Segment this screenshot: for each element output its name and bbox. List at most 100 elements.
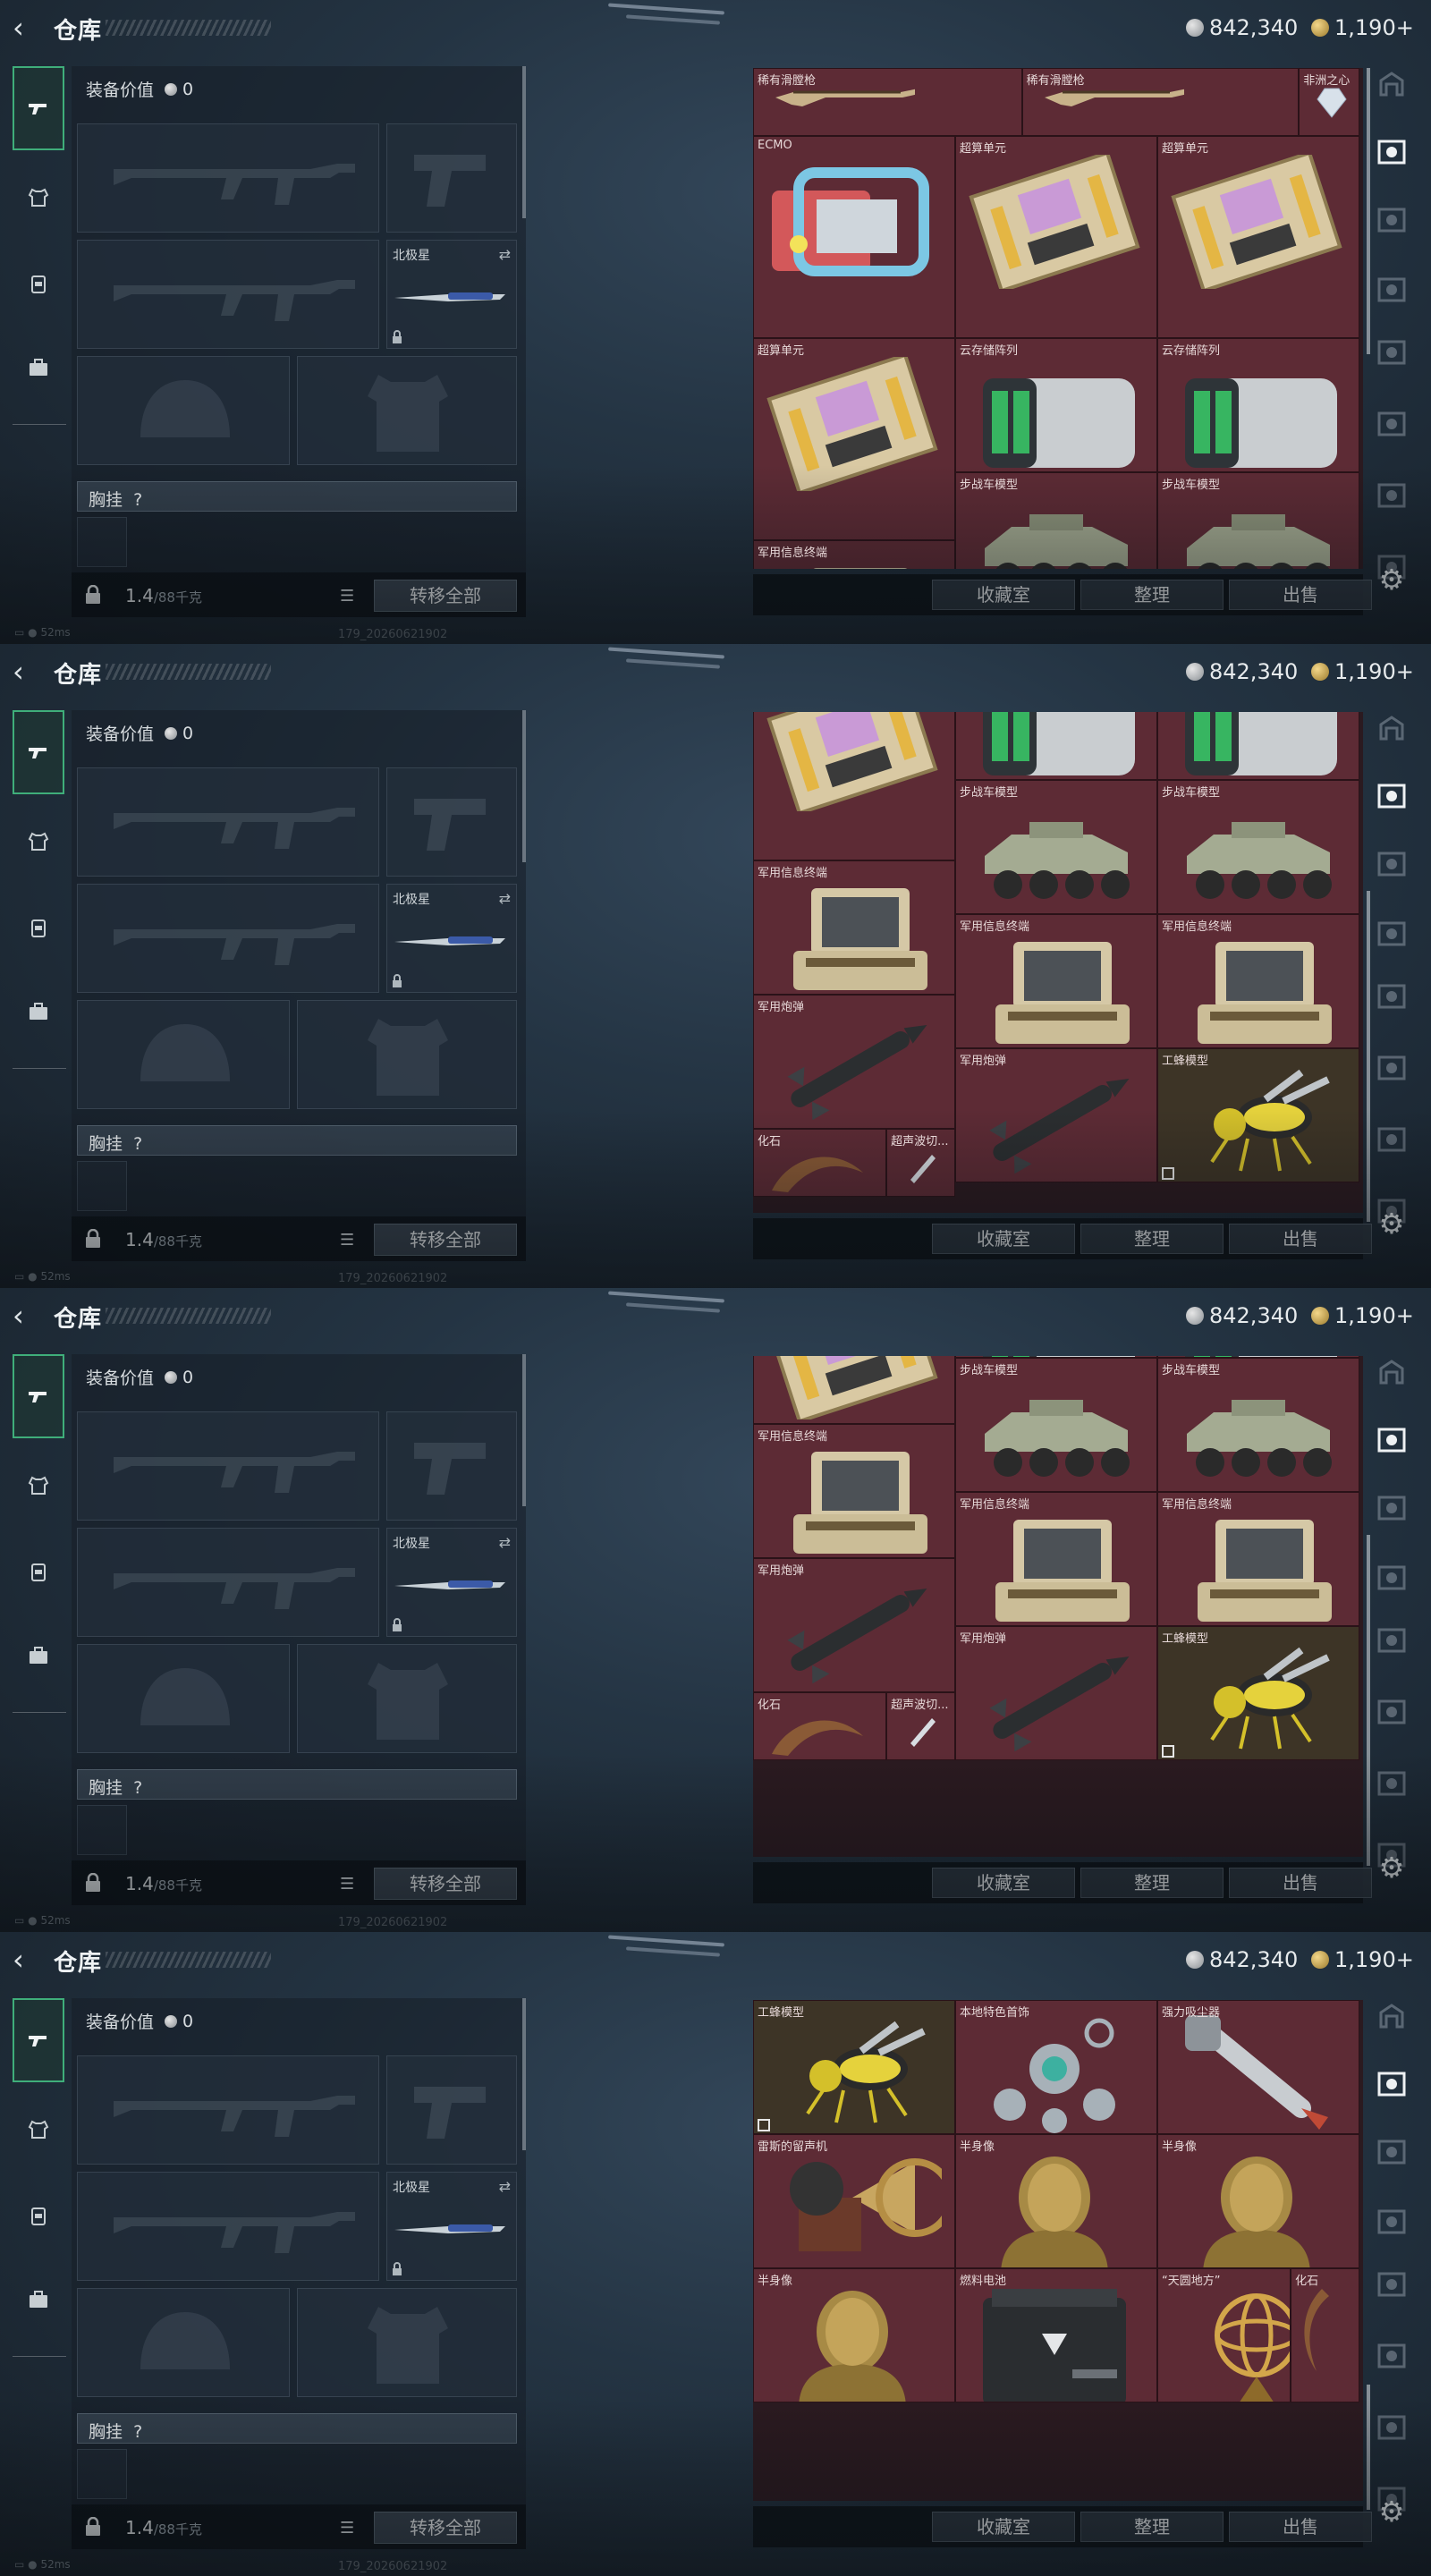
storage-page-tab[interactable] [1374,2206,1410,2238]
storage-item-cloud_array[interactable]: 云存储阵列 [955,338,1157,472]
add-currency-button[interactable]: + [1396,1303,1414,1328]
add-currency-button[interactable]: + [1396,1947,1414,1972]
silver-currency[interactable]: 842,340 [1186,1946,1298,1973]
nav-armor-tab[interactable] [13,800,64,884]
body-armor-slot[interactable] [297,1644,517,1753]
back-arrow-icon[interactable]: ‹ [13,1301,41,1333]
sell-button[interactable]: 出售 [1229,580,1372,610]
storage-item-bust[interactable]: 半身像 [1157,2134,1359,2268]
storage-item-bee_model[interactable]: 工蜂模型 [753,2000,955,2134]
secondary-weapon-slot[interactable] [77,884,379,993]
storage-page-tab[interactable] [1374,204,1410,236]
storage-item-partial[interactable] [753,1356,955,1424]
nav-weapons-tab[interactable] [13,1998,64,2082]
storage-page-tab[interactable] [1374,712,1410,744]
storage-item-cloud_array[interactable]: 云存储阵列 [1157,338,1359,472]
storage-item-bust[interactable]: 半身像 [955,2134,1157,2268]
storage-item-bust[interactable]: 半身像 [753,2268,955,2402]
sell-button[interactable]: 出售 [1229,1224,1372,1254]
chest-rig-slot[interactable] [77,517,127,567]
storage-item-mil_terminal[interactable]: 军用信息终端 [1157,1492,1359,1626]
storage-item-mil_shell[interactable]: 军用炮弹 [753,995,955,1129]
storage-item-mil_terminal[interactable]: 军用信息终端 [753,1424,955,1558]
body-armor-slot[interactable] [297,2288,517,2397]
nav-case-tab[interactable] [13,1614,64,1698]
body-armor-slot[interactable] [297,1000,517,1109]
storage-page-tab[interactable] [1374,2340,1410,2372]
storage-page-tab[interactable] [1374,1123,1410,1156]
primary-weapon-slot[interactable] [77,123,379,233]
silver-currency[interactable]: 842,340 [1186,1302,1298,1329]
storage-item-bee_model[interactable]: 工蜂模型 [1157,1048,1359,1182]
helmet-slot[interactable] [77,2288,290,2397]
list-icon[interactable]: ☰ [340,2519,354,2538]
nav-weapons-tab[interactable] [13,710,64,794]
list-icon[interactable]: ☰ [340,1231,354,1250]
storage-item-compute_unit[interactable]: 超算单元 [753,338,955,540]
storage-item-partial[interactable] [1157,712,1359,780]
sort-button[interactable]: 整理 [1080,1224,1224,1254]
melee-slot[interactable]: 北极星 ⇄ [386,2172,517,2281]
collection-room-button[interactable]: 收藏室 [932,580,1075,610]
storage-grid[interactable]: 步战车模型 步战车模型 军用信息终端 军用信息终端 军用信息终端 军用炮弹 军用炮弹 工蜂模型… [753,1356,1363,1857]
storage-item-mil_terminal[interactable]: 军用信息终端 [955,1492,1157,1626]
storage-item-compute_unit[interactable]: 超算单元 [955,136,1157,338]
storage-item-vacuum[interactable]: 强力吸尘器 [1157,2000,1359,2134]
secondary-weapon-slot[interactable] [77,1528,379,1637]
nav-armor-tab[interactable] [13,156,64,240]
nav-weapons-tab[interactable] [13,66,64,150]
storage-page-tab[interactable] [1374,2068,1410,2100]
storage-item-ifv_model[interactable]: 步战车模型 [955,1358,1157,1492]
back-arrow-icon[interactable]: ‹ [13,1945,41,1977]
nav-case-tab[interactable] [13,970,64,1054]
sell-button[interactable]: 出售 [1229,1868,1372,1898]
storage-page-tab[interactable] [1374,780,1410,812]
storage-item-rare_rifle[interactable]: 稀有滑膛枪 [1021,68,1300,136]
transfer-all-button[interactable]: 转移全部 [374,1224,517,1256]
storage-item-mil_shell[interactable]: 军用炮弹 [955,1048,1157,1182]
equipment-scrollbar[interactable] [522,66,526,218]
storage-page-tab[interactable] [1374,2136,1410,2168]
storage-page-tab[interactable] [1374,336,1410,369]
nav-backpack-tab[interactable] [13,242,64,326]
chest-rig-slot[interactable] [77,1805,127,1855]
storage-item-mil_terminal[interactable]: 军用信息终端 [753,540,955,569]
storage-item-armillary[interactable]: “天圆地方” [1157,2268,1291,2402]
silver-currency[interactable]: 842,340 [1186,658,1298,685]
helmet-slot[interactable] [77,356,290,465]
melee-slot[interactable]: 北极星 ⇄ [386,884,517,993]
primary-weapon-slot[interactable] [77,1411,379,1521]
primary-weapon-slot[interactable] [77,2055,379,2165]
storage-item-bee_model[interactable]: 工蜂模型 [1157,1626,1359,1760]
storage-page-tab[interactable] [1374,1767,1410,1800]
body-armor-slot[interactable] [297,356,517,465]
helmet-slot[interactable] [77,1000,290,1109]
storage-page-tab[interactable] [1374,1562,1410,1594]
storage-page-tab[interactable] [1374,1696,1410,1728]
sort-button[interactable]: 整理 [1080,580,1224,610]
storage-page-tab[interactable] [1374,136,1410,168]
storage-item-rare_rifle[interactable]: 稀有滑膛枪 [753,68,1022,136]
pistol-slot[interactable] [386,2055,517,2165]
storage-item-mil_shell[interactable]: 军用炮弹 [753,1558,955,1692]
storage-page-tab[interactable] [1374,2000,1410,2032]
pistol-slot[interactable] [386,1411,517,1521]
chest-rig-bar[interactable]: 胸挂 ? [77,1769,517,1800]
storage-page-tab[interactable] [1374,1424,1410,1456]
storage-item-fossil[interactable]: 化石 [753,1692,887,1760]
list-icon[interactable]: ☰ [340,1875,354,1894]
storage-page-tab[interactable] [1374,68,1410,100]
pistol-slot[interactable] [386,767,517,877]
storage-item-heart[interactable]: 非洲之心 [1299,68,1359,136]
storage-item-mil_shell[interactable]: 军用炮弹 [955,1626,1157,1760]
storage-item-partial[interactable] [955,712,1157,780]
collection-room-button[interactable]: 收藏室 [932,1868,1075,1898]
back-arrow-icon[interactable]: ‹ [13,657,41,689]
nav-backpack-tab[interactable] [13,886,64,970]
list-icon[interactable]: ☰ [340,587,354,606]
storage-item-ecmo[interactable]: ECMO [753,136,955,338]
storage-page-tab[interactable] [1374,274,1410,306]
collection-room-button[interactable]: 收藏室 [932,1224,1075,1254]
equipment-scrollbar[interactable] [522,1354,526,1506]
storage-item-ifv_model[interactable]: 步战车模型 [1157,472,1359,569]
